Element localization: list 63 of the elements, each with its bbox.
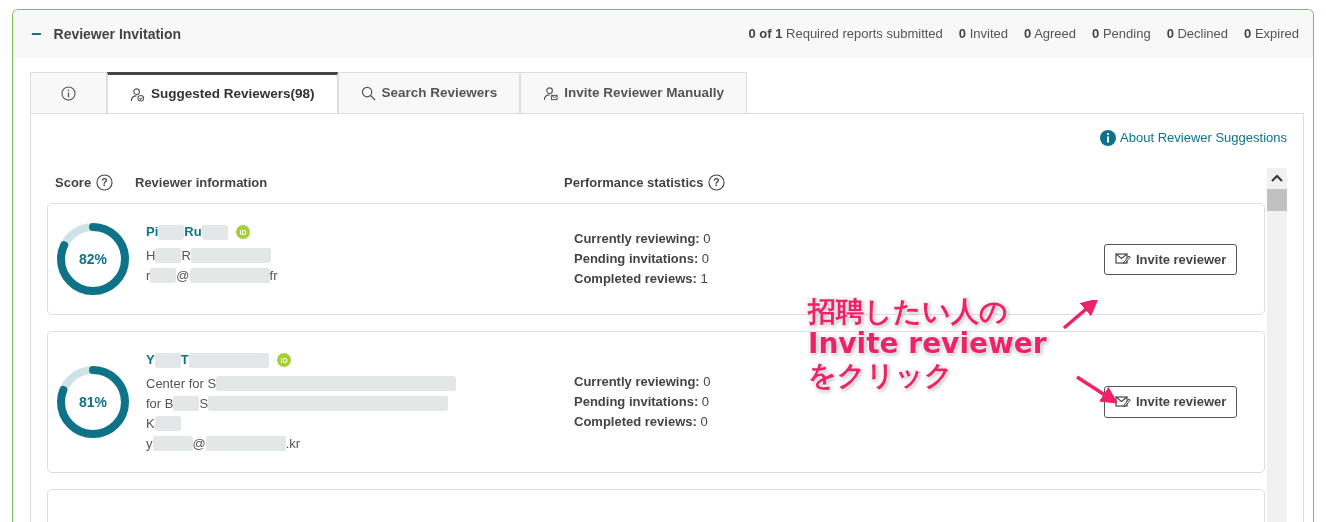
text-fragment: R [181, 246, 191, 265]
tab[interactable]: Suggested Reviewers(98) [107, 72, 338, 114]
redacted-block [154, 416, 181, 432]
text-fragment: Center for S [146, 374, 217, 393]
redacted-block [150, 268, 177, 284]
status-count: 0 Expired [1244, 25, 1299, 44]
help-icon[interactable]: ? [96, 173, 114, 191]
text-fragment: fr [269, 266, 278, 285]
info-icon [61, 85, 76, 101]
invite-reviewer-button[interactable]: Invite reviewer [1104, 386, 1238, 418]
redacted-block [154, 352, 181, 368]
collapse-button[interactable]: − [31, 25, 42, 43]
score-percent: 81% [79, 392, 107, 412]
tab[interactable]: Search Reviewers [337, 72, 521, 113]
text-fragment: .kr [285, 434, 301, 453]
tab[interactable] [30, 72, 107, 113]
scroll-thumb[interactable] [1267, 188, 1287, 211]
text-fragment: T [180, 351, 189, 370]
text-fragment: @ [192, 434, 206, 453]
text-fragment: H [146, 246, 156, 265]
status-count: 0 Declined [1166, 25, 1229, 44]
redacted-block [158, 224, 185, 240]
redacted-block [173, 396, 200, 412]
performance-stat: Completed reviews: 0 [574, 413, 708, 431]
performance-stat: Completed reviews: 1 [574, 270, 708, 289]
performance-stat: Currently reviewing: 0 [574, 373, 711, 391]
text-fragment: for B [146, 394, 174, 413]
status-count: 0 of 1 Required reports submitted [748, 25, 943, 44]
status-count: 0 Invited [958, 25, 1008, 44]
redacted-block [155, 248, 182, 264]
column-header: Score [55, 173, 92, 192]
performance-stat: Pending invitations: 0 [574, 250, 710, 269]
panel-title: Reviewer Invitation [53, 24, 182, 44]
text-fragment: y [146, 434, 153, 453]
arrow-icon [1075, 373, 1117, 407]
text-fragment: r [146, 266, 151, 285]
text-fragment: S [199, 394, 209, 413]
about-suggestions-link[interactable]: About Reviewer Suggestions [1100, 128, 1287, 148]
envelope-pen-icon [1115, 395, 1131, 409]
tab[interactable]: Invite Reviewer Manually [520, 72, 747, 113]
redacted-block [152, 436, 193, 452]
user-check-icon [130, 87, 145, 102]
text-fragment: Ru [184, 223, 202, 242]
column-header: Performance statistics [564, 173, 704, 192]
scrollbar[interactable] [1267, 168, 1287, 522]
envelope-pen-icon [1115, 252, 1131, 267]
text-fragment: Y [146, 351, 155, 370]
column-header: Reviewer information [135, 173, 268, 192]
performance-stat: Pending invitations: 0 [574, 393, 710, 411]
text-fragment: @ [176, 266, 190, 285]
annotation-text: 招聘したい人の Invite reviewer をクリック [808, 296, 1047, 392]
status-count: 0 Agreed [1024, 25, 1077, 44]
text-fragment: Pi [146, 223, 159, 242]
redacted-block [201, 224, 228, 240]
info-icon [1100, 129, 1117, 146]
score-percent: 82% [79, 249, 107, 269]
search-icon [360, 85, 376, 101]
text-fragment: K [146, 414, 155, 433]
user-mail-icon [543, 85, 559, 101]
performance-stat: Currently reviewing: 0 [574, 230, 711, 249]
invite-reviewer-button[interactable]: Invite reviewer [1104, 243, 1238, 275]
help-icon[interactable]: ? [708, 173, 726, 191]
status-count: 0 Pending [1092, 25, 1151, 44]
